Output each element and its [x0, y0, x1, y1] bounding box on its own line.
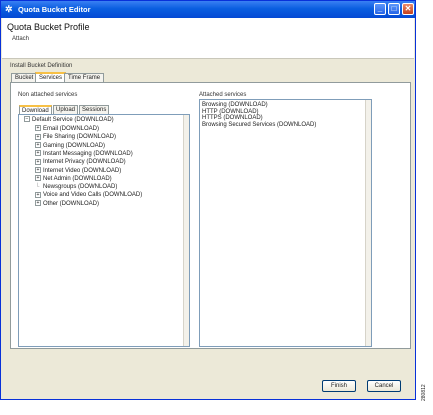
non-attached-services-tree[interactable]: − Default Service (DOWNLOAD) + Email (DOWN…	[18, 114, 190, 347]
finish-button[interactable]: Finish	[322, 380, 356, 392]
collapse-icon[interactable]: −	[24, 116, 30, 123]
expand-icon[interactable]: +	[35, 125, 41, 132]
close-button[interactable]: ✕	[402, 3, 414, 15]
tree-item[interactable]: + Internet Privacy (DOWNLOAD)	[35, 158, 126, 166]
tree-item-label: File Sharing (DOWNLOAD)	[43, 134, 117, 141]
tree-item-label: Internet Privacy (DOWNLOAD)	[43, 159, 126, 166]
wizard-header: Quota Bucket Profile Attach	[2, 18, 414, 59]
gear-icon: ✲	[5, 4, 13, 14]
tree-leaf-icon[interactable]: └	[35, 183, 41, 191]
maximize-button[interactable]: □	[388, 3, 400, 15]
tree-item-label: Gaming (DOWNLOAD)	[43, 142, 106, 149]
expand-icon[interactable]: +	[35, 158, 41, 165]
expand-icon[interactable]: +	[35, 175, 41, 182]
expand-icon[interactable]: +	[35, 191, 41, 198]
tree-item-label: Net Admin (DOWNLOAD)	[43, 175, 112, 182]
tree-scrollbar[interactable]	[183, 115, 189, 346]
title-bar[interactable]: ✲ Quota Bucket Editor _ □ ✕	[1, 1, 415, 18]
list-item[interactable]: Browsing Secured Services (DOWNLOAD)	[202, 122, 316, 129]
cancel-button[interactable]: Cancel	[367, 380, 401, 392]
page-subtitle: Attach	[12, 36, 30, 42]
attached-services-list[interactable]: Browsing (DOWNLOAD) HTTP (DOWNLOAD) HTTPS …	[199, 99, 372, 347]
attached-scrollbar[interactable]	[365, 100, 371, 346]
non-attached-label: Non attached services	[18, 92, 78, 98]
tree-item-label: Other (DOWNLOAD)	[43, 200, 100, 207]
tab-services[interactable]: Services	[35, 72, 67, 82]
tab-time-frame[interactable]: Time Frame	[64, 73, 105, 82]
tree-root[interactable]: − Default Service (DOWNLOAD)	[24, 116, 114, 124]
quota-bucket-editor-window: ✲ Quota Bucket Editor _ □ ✕ Quota Bucket…	[0, 0, 416, 400]
tree-item-label: Internet Video (DOWNLOAD)	[43, 167, 122, 174]
tree-item[interactable]: + File Sharing (DOWNLOAD)	[35, 133, 116, 141]
figure-number: 280812	[421, 384, 427, 401]
tree-item[interactable]: + Voice and Video Calls (DOWNLOAD)	[35, 191, 142, 199]
window-title: Quota Bucket Editor	[18, 5, 91, 14]
group-label: Install Bucket Definition	[10, 63, 73, 69]
subtab-sessions[interactable]: Sessions	[79, 105, 110, 114]
tree-item-label: Newsgroups (DOWNLOAD)	[43, 184, 118, 191]
tree-item[interactable]: └ Newsgroups (DOWNLOAD)	[35, 183, 117, 191]
tree-item[interactable]: + Email (DOWNLOAD)	[35, 125, 99, 133]
minimize-button[interactable]: _	[374, 3, 386, 15]
tree-item[interactable]: + Internet Video (DOWNLOAD)	[35, 166, 122, 175]
subtab-upload[interactable]: Upload	[53, 105, 79, 114]
page-title: Quota Bucket Profile	[7, 22, 90, 32]
tree-root-label: Default Service (DOWNLOAD)	[32, 117, 114, 123]
expand-icon[interactable]: +	[35, 133, 41, 140]
expand-icon[interactable]: +	[35, 200, 41, 207]
tree-item[interactable]: + Instant Messaging (DOWNLOAD)	[35, 150, 133, 158]
tree-item[interactable]: + Net Admin (DOWNLOAD)	[35, 175, 112, 183]
tree-item-label: Instant Messaging (DOWNLOAD)	[43, 150, 133, 157]
tree-item[interactable]: + Gaming (DOWNLOAD)	[35, 142, 105, 150]
expand-icon[interactable]: +	[35, 166, 41, 173]
expand-icon[interactable]: +	[35, 150, 41, 157]
tree-item-label: Email (DOWNLOAD)	[43, 126, 100, 132]
tab-bucket[interactable]: Bucket	[11, 73, 38, 82]
tree-item[interactable]: + Other (DOWNLOAD)	[35, 200, 99, 208]
attached-label: Attached services	[199, 92, 247, 98]
expand-icon[interactable]: +	[35, 142, 41, 149]
tree-item-label: Voice and Video Calls (DOWNLOAD)	[43, 192, 143, 199]
